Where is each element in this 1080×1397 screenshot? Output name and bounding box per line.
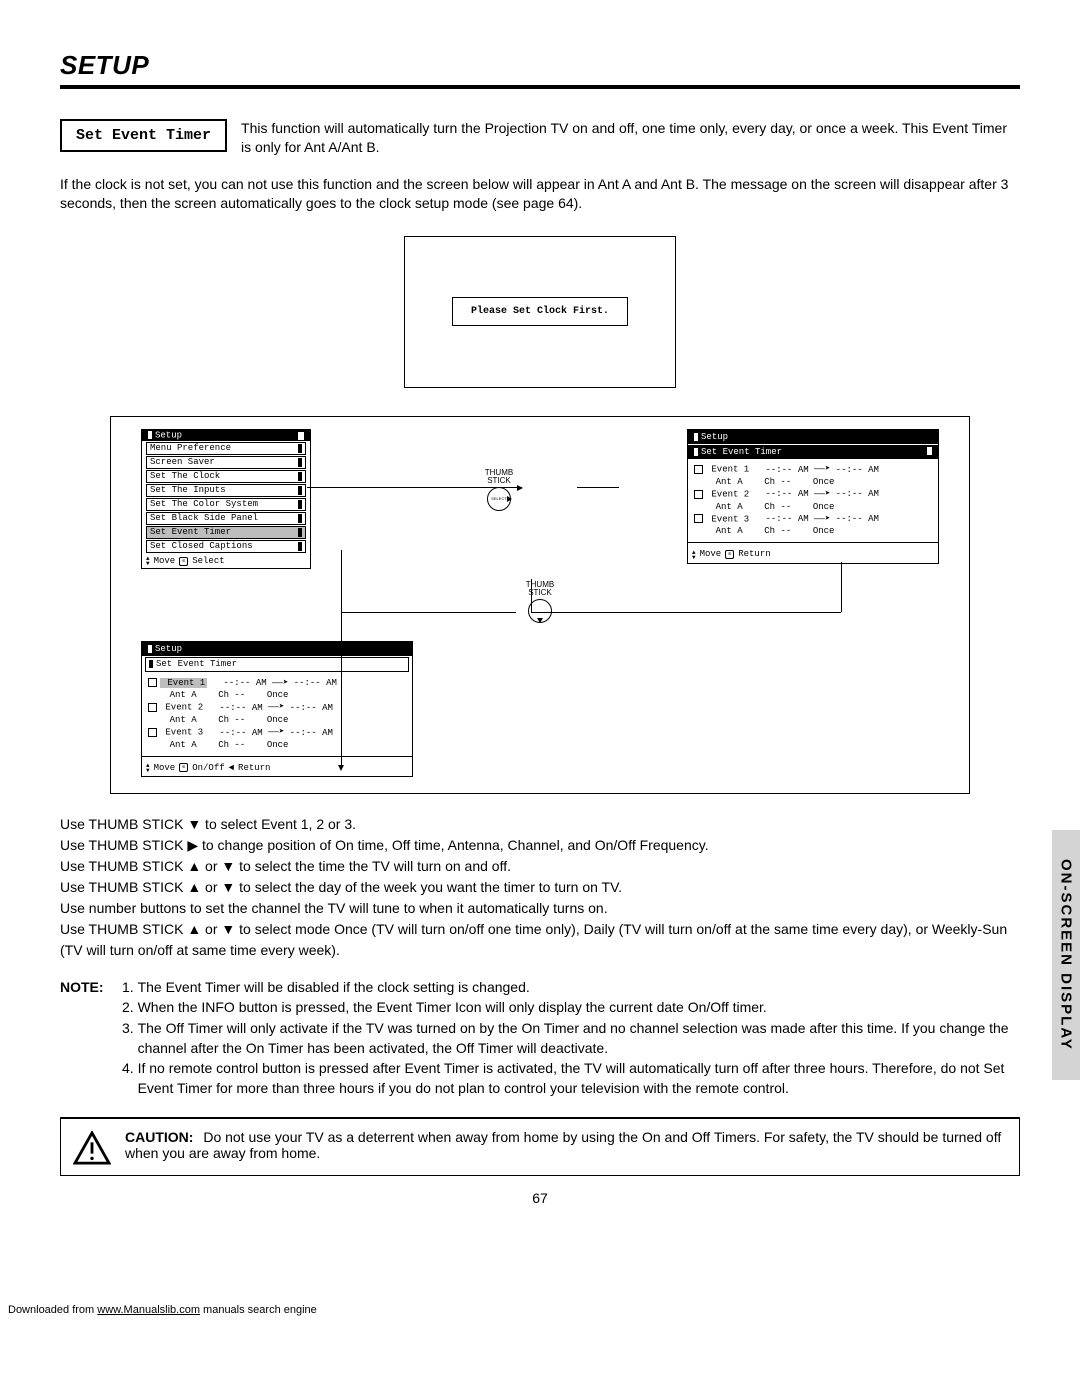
connector-line [841, 562, 843, 612]
menu-item: Screen Saver [146, 456, 306, 469]
page-number: 67 [60, 1190, 1020, 1206]
menu-item: Set The Clock [146, 470, 306, 483]
note-item: When the INFO button is pressed, the Eve… [138, 997, 1020, 1017]
connector-line [341, 612, 516, 613]
menu-item: Set The Inputs [146, 484, 306, 497]
caution-text: Do not use your TV as a deterrent when a… [125, 1129, 1001, 1161]
instruction-line: Use THUMB STICK ▶ to change position of … [60, 835, 1020, 856]
menu-item: Menu Preference [146, 442, 306, 455]
event-row: Event 1 --:-- AM ――➤ --:-- AM [694, 463, 932, 476]
instructions-block: Use THUMB STICK ▼ to select Event 1, 2 o… [60, 814, 1020, 961]
instruction-line: Use THUMB STICK ▲ or ▼ to select the day… [60, 877, 1020, 898]
event-row: Ant A Ch -- Once [148, 739, 406, 751]
connector-line [341, 550, 343, 765]
event-row: Event 3 --:-- AM ――➤ --:-- AM [148, 726, 406, 739]
note-item: The Off Timer will only activate if the … [138, 1018, 1020, 1059]
feature-label-box: Set Event Timer [60, 119, 227, 152]
event-row: Event 2 --:-- AM ――➤ --:-- AM [694, 488, 932, 501]
menu1-footer-select: Select [192, 557, 224, 566]
clock-paragraph: If the clock is not set, you can not use… [60, 175, 1020, 214]
clock-warning-text: Please Set Clock First. [452, 297, 628, 326]
instruction-line: Use number buttons to set the channel th… [60, 898, 1020, 919]
note-item: If no remote control button is pressed a… [138, 1058, 1020, 1099]
intro-paragraph: This function will automatically turn th… [241, 119, 1020, 157]
event-row: Ant A Ch -- Once [148, 689, 406, 701]
section-title: SETUP [60, 50, 1020, 89]
connector-line [531, 612, 841, 613]
event-row: Ant A Ch -- Once [694, 525, 932, 537]
download-footer: Downloaded from www.Manualslib.com manua… [0, 1300, 1080, 1320]
instruction-line: Use THUMB STICK ▲ or ▼ to select the tim… [60, 856, 1020, 877]
menu-flow-diagram: Setup Menu PreferenceScreen SaverSet The… [110, 416, 970, 794]
event-row: Event 1 --:-- AM ――➤ --:-- AM [148, 677, 406, 690]
event-row: Event 3 --:-- AM ――➤ --:-- AM [694, 513, 932, 526]
menu-item: Set Closed Captions [146, 540, 306, 553]
arrow-right [307, 487, 522, 488]
menu-item: Set The Color System [146, 498, 306, 511]
menu-item: Set Event Timer [146, 526, 306, 539]
warning-icon [73, 1131, 111, 1165]
arrow-right-2 [577, 487, 619, 488]
event-row: Ant A Ch -- Once [694, 501, 932, 513]
event-row: Ant A Ch -- Once [148, 714, 406, 726]
caution-box: CAUTION: Do not use your TV as a deterre… [60, 1117, 1020, 1176]
instruction-line: Use THUMB STICK ▲ or ▼ to select mode On… [60, 919, 1020, 961]
event-row: Event 2 --:-- AM ――➤ --:-- AM [148, 701, 406, 714]
connector-line [531, 579, 533, 612]
setup-menu: Setup Menu PreferenceScreen SaverSet The… [141, 429, 311, 569]
arrow-down-head [338, 765, 344, 771]
event-timer-edit-menu: Setup Set Event Timer Event 1 --:-- AM ―… [141, 641, 413, 777]
caution-label: CAUTION: [125, 1129, 193, 1145]
instruction-line: Use THUMB STICK ▼ to select Event 1, 2 o… [60, 814, 1020, 835]
side-tab: ON-SCREEN DISPLAY [1052, 830, 1080, 1080]
clock-warning-screen: Please Set Clock First. [404, 236, 676, 388]
thumb-stick-right-icon: THUMB STICK [444, 469, 554, 511]
menu1-footer-move: Move [154, 557, 176, 566]
event-timer-menu: Setup Set Event Timer Event 1 --:-- AM ―… [687, 429, 939, 564]
manualslib-link[interactable]: www.Manualslib.com [97, 1304, 200, 1316]
note-item: The Event Timer will be disabled if the … [138, 977, 1020, 997]
event-row: Ant A Ch -- Once [694, 476, 932, 488]
menu-item: Set Black Side Panel [146, 512, 306, 525]
note-block: NOTE: The Event Timer will be disabled i… [60, 977, 1020, 1099]
